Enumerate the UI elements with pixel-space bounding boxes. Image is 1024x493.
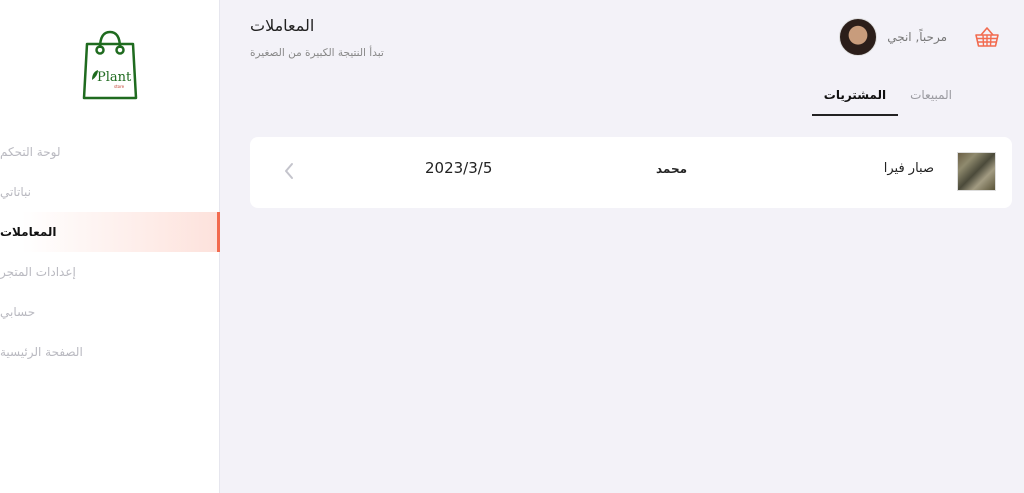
transaction-row[interactable]: صبار فيرا محمد 2023/3/5 bbox=[250, 137, 1012, 208]
sidebar-item-label: إعدادات المتجر bbox=[0, 265, 76, 279]
basket-icon[interactable] bbox=[975, 26, 999, 48]
sidebar-item-my-plants[interactable]: نباتاتي bbox=[0, 172, 220, 212]
sidebar-item-label: المعاملات bbox=[0, 225, 57, 239]
transaction-tabs: المبيعات المشتريات bbox=[811, 84, 978, 116]
logo-subtext: store bbox=[114, 84, 125, 89]
product-name: صبار فيرا bbox=[883, 161, 934, 176]
sidebar-item-transactions[interactable]: المعاملات bbox=[0, 212, 220, 252]
product-thumbnail bbox=[957, 152, 996, 191]
sidebar-item-label: لوحة التحكم bbox=[0, 145, 61, 159]
tab-sales[interactable]: المبيعات bbox=[898, 84, 964, 116]
sidebar-item-dashboard[interactable]: لوحة التحكم bbox=[0, 132, 220, 172]
sidebar-item-store-settings[interactable]: إعدادات المتجر bbox=[0, 252, 220, 292]
shopping-bag-logo-icon: Plant store bbox=[82, 30, 138, 100]
buyer-name: محمد bbox=[656, 162, 688, 176]
sidebar-nav: لوحة التحكم نباتاتي المعاملات إعدادات ال… bbox=[0, 132, 220, 372]
page-title: المعاملات bbox=[250, 16, 315, 35]
transaction-date: 2023/3/5 bbox=[425, 159, 493, 177]
tab-purchases[interactable]: المشتريات bbox=[811, 84, 899, 116]
sidebar-item-label: حسابي bbox=[0, 305, 36, 319]
chevron-left-icon[interactable] bbox=[282, 161, 296, 181]
sidebar-item-home[interactable]: الصفحة الرئيسية bbox=[0, 332, 220, 372]
sidebar-item-label: نباتاتي bbox=[0, 185, 31, 199]
page-subtitle: تبدأ النتيجة الكبيرة من الصغيرة bbox=[250, 47, 384, 59]
sidebar: Plant store لوحة التحكم نباتاتي المعاملا… bbox=[0, 0, 220, 493]
user-box: مرحباً, انجي bbox=[839, 18, 999, 56]
greeting-text: مرحباً, انجي bbox=[887, 30, 947, 44]
avatar[interactable] bbox=[839, 18, 878, 56]
sidebar-item-my-account[interactable]: حسابي bbox=[0, 292, 220, 332]
logo-text: Plant bbox=[97, 70, 132, 85]
sidebar-item-label: الصفحة الرئيسية bbox=[0, 345, 83, 359]
plant-store-logo[interactable]: Plant store bbox=[78, 28, 142, 102]
